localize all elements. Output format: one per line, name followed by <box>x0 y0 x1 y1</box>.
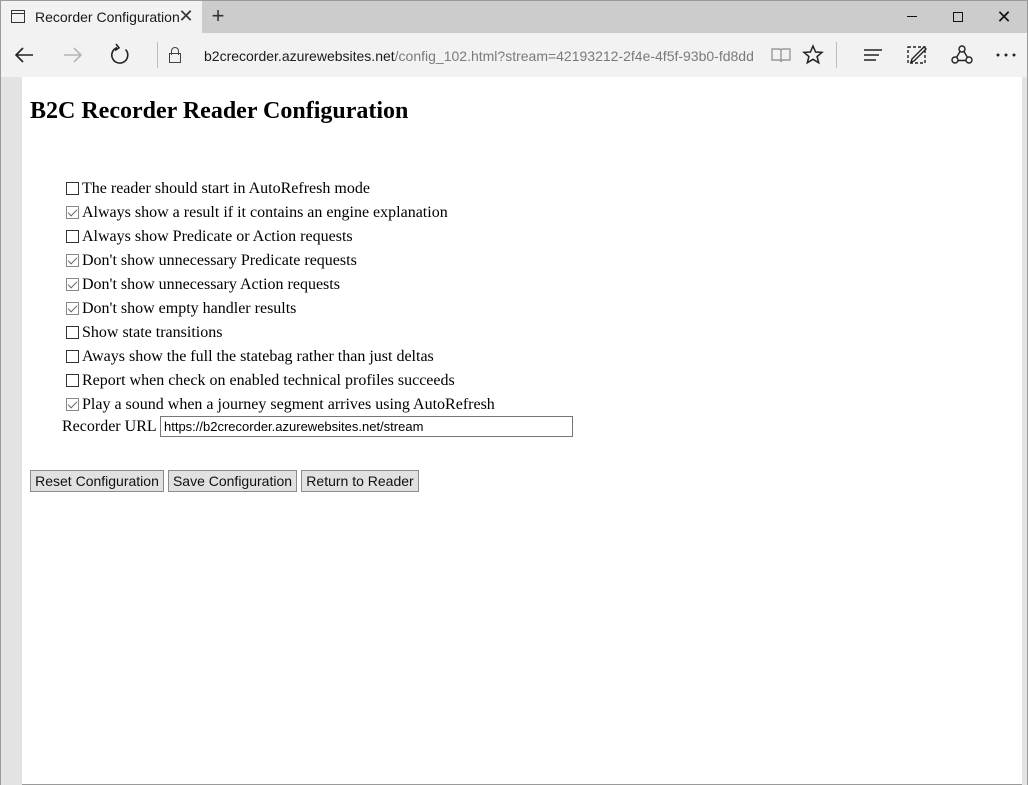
page-content: B2C Recorder Reader Configuration The re… <box>22 77 1022 784</box>
share-button[interactable] <box>948 41 976 69</box>
option-checkbox[interactable] <box>66 374 79 387</box>
option-checkbox[interactable] <box>66 398 79 411</box>
left-margin <box>1 77 22 785</box>
nav-divider <box>157 42 158 68</box>
option-label: Always show a result if it contains an e… <box>82 204 448 221</box>
window-close-button[interactable]: ✕ <box>981 1 1027 33</box>
address-host: b2crecorder.azurewebsites.net <box>204 48 395 64</box>
back-button[interactable] <box>11 41 39 69</box>
tab-bar: Recorder Configuration ✕ + ✕ <box>1 1 1027 33</box>
hub-button[interactable] <box>859 41 887 69</box>
option-label: Report when check on enabled technical p… <box>82 372 455 389</box>
maximize-icon <box>953 11 963 22</box>
refresh-icon <box>111 43 129 64</box>
navigation-bar: b2crecorder.azurewebsites.net/config_102… <box>1 33 1027 77</box>
reset-configuration-button[interactable]: Reset Configuration <box>30 470 164 492</box>
option-checkbox[interactable] <box>66 326 79 339</box>
option-checkbox[interactable] <box>66 182 79 195</box>
hub-icon <box>864 49 882 61</box>
page-title: B2C Recorder Reader Configuration <box>30 98 409 124</box>
forward-button[interactable] <box>58 41 86 69</box>
option-checkbox[interactable] <box>66 350 79 363</box>
return-to-reader-button[interactable]: Return to Reader <box>301 470 419 492</box>
option-label: The reader should start in AutoRefresh m… <box>82 180 370 197</box>
toolbar-divider <box>836 42 837 68</box>
option-label: Don't show unnecessary Action requests <box>82 276 340 293</box>
recorder-url-input[interactable] <box>160 416 573 437</box>
refresh-button[interactable] <box>106 41 134 69</box>
scrollbar-track[interactable] <box>1022 77 1027 785</box>
option-label: Always show Predicate or Action requests <box>82 228 353 245</box>
option-label: Play a sound when a journey segment arri… <box>82 396 495 413</box>
option-label: Don't show unnecessary Predicate request… <box>82 252 357 269</box>
option-label: Don't show empty handler results <box>82 300 297 317</box>
new-tab-icon[interactable]: + <box>207 5 229 29</box>
minimize-button[interactable] <box>889 1 935 33</box>
option-checkbox[interactable] <box>66 302 79 315</box>
option-checkbox[interactable] <box>66 206 79 219</box>
recorder-url-label: Recorder URL <box>62 418 157 435</box>
web-note-icon <box>907 46 927 64</box>
back-arrow-icon <box>14 47 33 63</box>
share-icon <box>951 45 973 64</box>
browser-window: Recorder Configuration ✕ + ✕ b2crecorder… <box>0 0 1028 785</box>
favorite-star-icon <box>802 44 824 65</box>
option-label: Aways show the full the statebag rather … <box>82 348 434 365</box>
address-path: /config_102.html?stream=42193212-2f4e-4f… <box>394 48 754 64</box>
option-checkbox[interactable] <box>66 254 79 267</box>
favorite-button[interactable] <box>799 41 827 69</box>
option-checkbox[interactable] <box>66 230 79 243</box>
reading-view-button[interactable] <box>767 41 795 69</box>
more-icon <box>996 53 1016 57</box>
lock-icon[interactable] <box>169 47 181 63</box>
tab-title: Recorder Configuration <box>35 9 180 25</box>
tab-page-icon <box>11 10 25 23</box>
minimize-icon <box>907 16 917 18</box>
tab-close-icon[interactable]: ✕ <box>177 6 195 26</box>
forward-arrow-icon <box>64 47 83 63</box>
web-note-button[interactable] <box>903 41 931 69</box>
maximize-button[interactable] <box>935 1 981 33</box>
option-label: Show state transitions <box>82 324 223 341</box>
more-button[interactable] <box>992 41 1020 69</box>
save-configuration-button[interactable]: Save Configuration <box>168 470 297 492</box>
address-bar[interactable]: b2crecorder.azurewebsites.net/config_102… <box>204 46 754 66</box>
reading-view-icon <box>771 48 791 63</box>
option-checkbox[interactable] <box>66 278 79 291</box>
browser-tab[interactable]: Recorder Configuration ✕ <box>1 1 202 33</box>
